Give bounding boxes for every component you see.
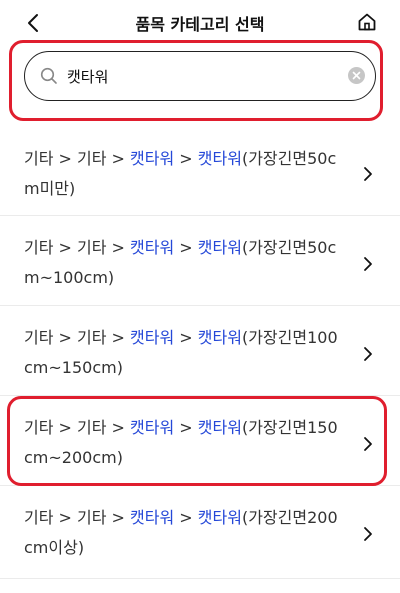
category-result-item[interactable]: 기타 > 기타 > 캣타워 > 캣타워(가장긴면200cm이상) xyxy=(0,486,400,579)
page-title: 품목 카테고리 선택 xyxy=(135,15,265,34)
home-button[interactable] xyxy=(356,11,378,33)
keyword-match: 캣타워 xyxy=(197,328,242,347)
category-result-item[interactable]: 기타 > 기타 > 캣타워 > 캣타워(가장긴면50cm~100cm) xyxy=(0,216,400,306)
keyword-match: 캣타워 xyxy=(130,238,175,257)
category-result-item[interactable]: 기타 > 기타 > 캣타워 > 캣타워(가장긴면50cm미만) xyxy=(0,127,400,216)
header: 품목 카테고리 선택 xyxy=(0,0,400,44)
keyword-match: 캣타워 xyxy=(130,418,175,437)
keyword-match: 캣타워 xyxy=(197,508,242,527)
category-path: 기타 > 기타 > 캣타워 > 캣타워(가장긴면50cm~100cm) xyxy=(24,238,337,287)
chevron-right-icon xyxy=(364,527,372,541)
clear-icon xyxy=(352,71,361,80)
clear-search-button[interactable] xyxy=(348,67,365,84)
category-path: 기타 > 기타 > 캣타워 > 캣타워(가장긴면150cm~200cm) xyxy=(24,418,338,467)
category-path: 기타 > 기타 > 캣타워 > 캣타워(가장긴면200cm이상) xyxy=(24,508,338,557)
keyword-match: 캣타워 xyxy=(130,508,175,527)
category-result-item[interactable]: 기타 > 기타 > 캣타워 > 캣타워(가장긴면150cm~200cm) xyxy=(0,396,400,486)
keyword-match: 캣타워 xyxy=(197,418,242,437)
chevron-right-icon xyxy=(364,257,372,271)
chevron-right-icon xyxy=(364,437,372,451)
keyword-match: 캣타워 xyxy=(130,149,175,168)
search-bar[interactable] xyxy=(24,51,376,101)
home-icon xyxy=(358,13,376,31)
chevron-right-icon xyxy=(364,347,372,361)
category-result-item[interactable]: 기타 > 기타 > 캣타워 > 캣타워(가장긴면100cm~150cm) xyxy=(0,306,400,396)
keyword-match: 캣타워 xyxy=(197,238,242,257)
keyword-match: 캣타워 xyxy=(130,328,175,347)
keyword-match: 캣타워 xyxy=(197,149,242,168)
search-input[interactable] xyxy=(67,62,327,90)
chevron-right-icon xyxy=(364,167,372,181)
category-path: 기타 > 기타 > 캣타워 > 캣타워(가장긴면100cm~150cm) xyxy=(24,328,338,377)
category-path: 기타 > 기타 > 캣타워 > 캣타워(가장긴면50cm미만) xyxy=(24,149,337,198)
search-icon xyxy=(40,67,57,84)
